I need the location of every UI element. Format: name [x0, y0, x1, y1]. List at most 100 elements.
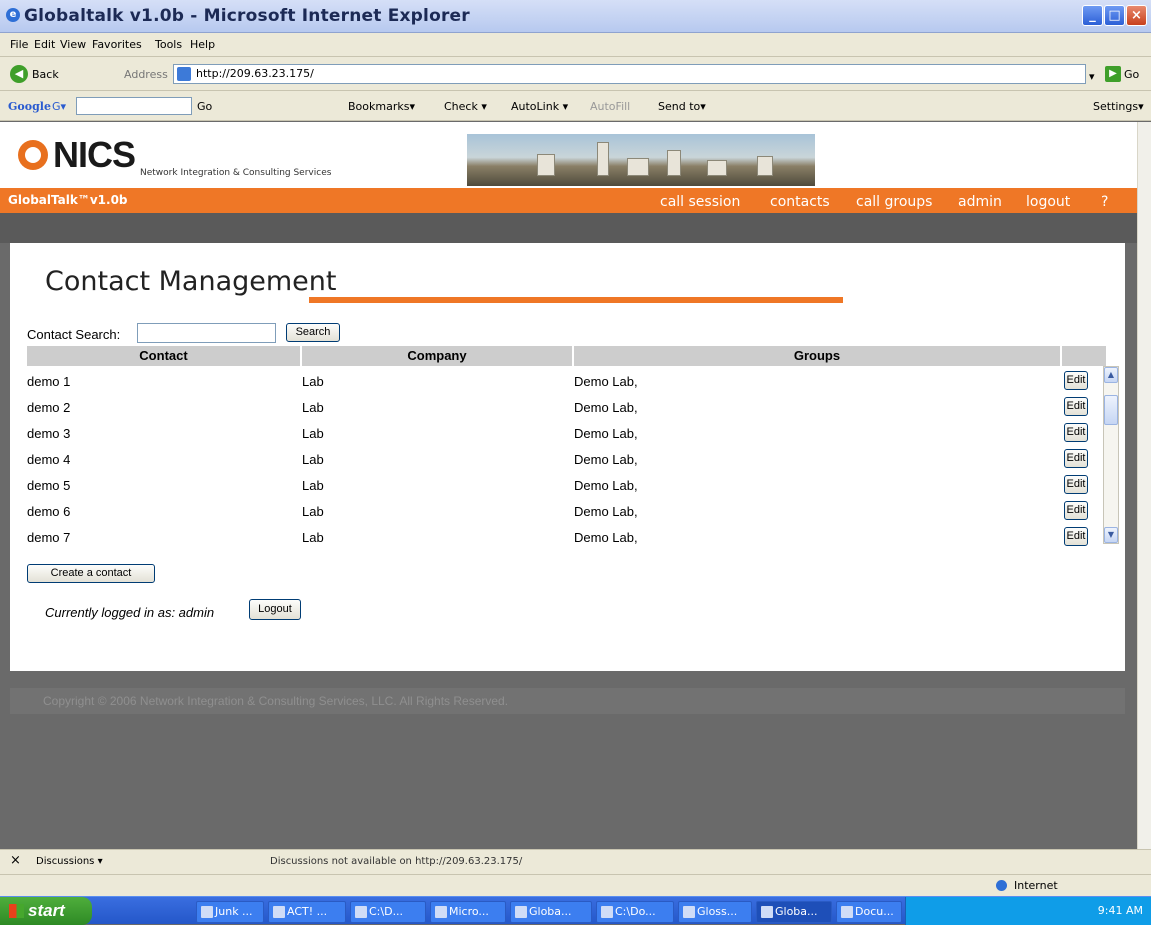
window-titlebar[interactable]: e Globaltalk v1.0b - Microsoft Internet … — [0, 0, 1151, 33]
table-scrollbar[interactable]: ▲ ▼ — [1103, 366, 1119, 544]
discussions-close-icon[interactable]: × — [10, 853, 21, 868]
edit-button[interactable]: Edit — [1064, 475, 1088, 494]
nav-call-groups[interactable]: call groups — [856, 194, 932, 210]
google-logo[interactable]: Google — [8, 100, 51, 113]
menu-view[interactable]: View — [60, 38, 86, 51]
autofill-button[interactable]: AutoFill — [590, 100, 630, 113]
edit-button[interactable]: Edit — [1064, 423, 1088, 442]
page-scrollbar[interactable] — [1137, 122, 1151, 849]
city-skyline-image — [467, 134, 815, 186]
taskbar-item[interactable]: Globa... — [510, 901, 592, 923]
nics-logo-icon — [18, 140, 48, 170]
edit-button[interactable]: Edit — [1064, 527, 1088, 546]
table-row: demo 6 Lab Demo Lab, Edit — [27, 498, 1107, 524]
contact-groups: Demo Lab, — [574, 452, 638, 467]
spellcheck-button[interactable]: Check ▾ — [444, 100, 487, 113]
close-button[interactable]: × — [1126, 5, 1147, 26]
google-menu-icon[interactable]: G▾ — [52, 100, 66, 113]
taskbar-item-active[interactable]: Globa... — [756, 901, 832, 923]
edit-button[interactable]: Edit — [1064, 501, 1088, 520]
col-header-edit — [1062, 346, 1106, 366]
maximize-button[interactable]: □ — [1104, 5, 1125, 26]
site-nav: GlobalTalk™v1.0b call session contacts c… — [0, 188, 1137, 213]
menu-help[interactable]: Help — [190, 38, 215, 51]
create-contact-button[interactable]: Create a contact — [27, 564, 155, 583]
menu-tools[interactable]: Tools — [155, 38, 182, 51]
nav-admin[interactable]: admin — [958, 194, 1002, 210]
taskbar-item[interactable]: ACT! ... — [268, 901, 346, 923]
address-toolbar: ◀ Back Address http://209.63.23.175/ ▾ ▶… — [0, 57, 1151, 91]
minimize-button[interactable]: _ — [1082, 5, 1103, 26]
contact-groups: Demo Lab, — [574, 530, 638, 545]
contact-company: Lab — [302, 478, 324, 493]
contact-search-input[interactable] — [137, 323, 276, 343]
nav-call-session[interactable]: call session — [660, 194, 740, 210]
window-title: Globaltalk v1.0b - Microsoft Internet Ex… — [24, 6, 470, 26]
settings-button[interactable]: Settings▾ — [1093, 100, 1144, 113]
taskbar-item[interactable]: Junk ... — [196, 901, 264, 923]
start-label: start — [28, 901, 65, 920]
go-label: Go — [1124, 67, 1140, 81]
send-to-button[interactable]: Send to▾ — [658, 100, 706, 113]
taskbar-item[interactable]: C:\D... — [350, 901, 426, 923]
address-input[interactable]: http://209.63.23.175/ — [173, 64, 1086, 84]
menu-bar: File Edit View Favorites Tools Help — [0, 33, 1151, 57]
address-dropdown-icon[interactable]: ▾ — [1089, 70, 1095, 83]
contact-company: Lab — [302, 400, 324, 415]
page-title: Contact Management — [45, 266, 337, 297]
contact-company: Lab — [302, 452, 324, 467]
table-row: demo 3 Lab Demo Lab, Edit — [27, 420, 1107, 446]
contact-search-label: Contact Search: — [27, 327, 121, 342]
nav-logout[interactable]: logout — [1026, 194, 1070, 210]
windows-logo-icon — [9, 904, 24, 918]
taskbar-item[interactable]: Docu... — [836, 901, 902, 923]
google-go-button[interactable]: Go — [197, 100, 212, 113]
taskbar-item[interactable]: Micro... — [430, 901, 506, 923]
contact-company: Lab — [302, 530, 324, 545]
back-label: Back — [32, 67, 59, 81]
table-row: demo 2 Lab Demo Lab, Edit — [27, 394, 1107, 420]
contact-groups: Demo Lab, — [574, 374, 638, 389]
contact-company: Lab — [302, 374, 324, 389]
menu-file[interactable]: File — [10, 38, 28, 51]
contact-groups: Demo Lab, — [574, 426, 638, 441]
taskbar: start Junk ... ACT! ... C:\D... Micro...… — [0, 896, 1151, 925]
app-brand: GlobalTalk™v1.0b — [8, 193, 128, 207]
scroll-thumb[interactable] — [1104, 395, 1118, 425]
nav-contacts[interactable]: contacts — [770, 194, 830, 210]
discussions-menu[interactable]: Discussions ▾ — [36, 856, 103, 867]
back-button[interactable]: ◀ Back — [10, 64, 59, 84]
autolink-button[interactable]: AutoLink ▾ — [511, 100, 568, 113]
nics-logo-subtitle: Network Integration & Consulting Service… — [140, 168, 332, 178]
contact-name: demo 2 — [27, 400, 71, 415]
table-row: demo 1 Lab Demo Lab, Edit — [27, 368, 1107, 394]
menu-favorites[interactable]: Favorites — [92, 38, 142, 51]
edit-button[interactable]: Edit — [1064, 449, 1088, 468]
search-button[interactable]: Search — [286, 323, 340, 342]
contact-name: demo 5 — [27, 478, 71, 493]
google-search-input[interactable] — [76, 97, 192, 115]
menu-edit[interactable]: Edit — [34, 38, 55, 51]
col-header-company: Company — [302, 346, 572, 366]
edit-button[interactable]: Edit — [1064, 397, 1088, 416]
discussions-message: Discussions not available on http://209.… — [270, 856, 523, 867]
nics-logo-text: NICS — [53, 134, 136, 175]
scroll-down-icon[interactable]: ▼ — [1104, 527, 1118, 543]
header-band — [0, 213, 1137, 243]
start-button[interactable]: start — [0, 897, 92, 925]
scroll-up-icon[interactable]: ▲ — [1104, 367, 1118, 383]
table-row: demo 4 Lab Demo Lab, Edit — [27, 446, 1107, 472]
contact-groups: Demo Lab, — [574, 504, 638, 519]
taskbar-item[interactable]: C:\Do... — [596, 901, 674, 923]
discussions-bar: × Discussions ▾ Discussions not availabl… — [0, 849, 1151, 874]
contact-name: demo 3 — [27, 426, 71, 441]
clock: 9:41 AM — [1097, 904, 1143, 917]
col-header-contact: Contact — [27, 346, 300, 366]
table-row: demo 5 Lab Demo Lab, Edit — [27, 472, 1107, 498]
logout-button[interactable]: Logout — [249, 599, 301, 620]
bookmarks-button[interactable]: Bookmarks▾ — [348, 100, 415, 113]
go-button[interactable]: ▶ Go — [1105, 66, 1139, 82]
edit-button[interactable]: Edit — [1064, 371, 1088, 390]
taskbar-item[interactable]: Gloss... — [678, 901, 752, 923]
nav-help[interactable]: ? — [1101, 194, 1108, 210]
